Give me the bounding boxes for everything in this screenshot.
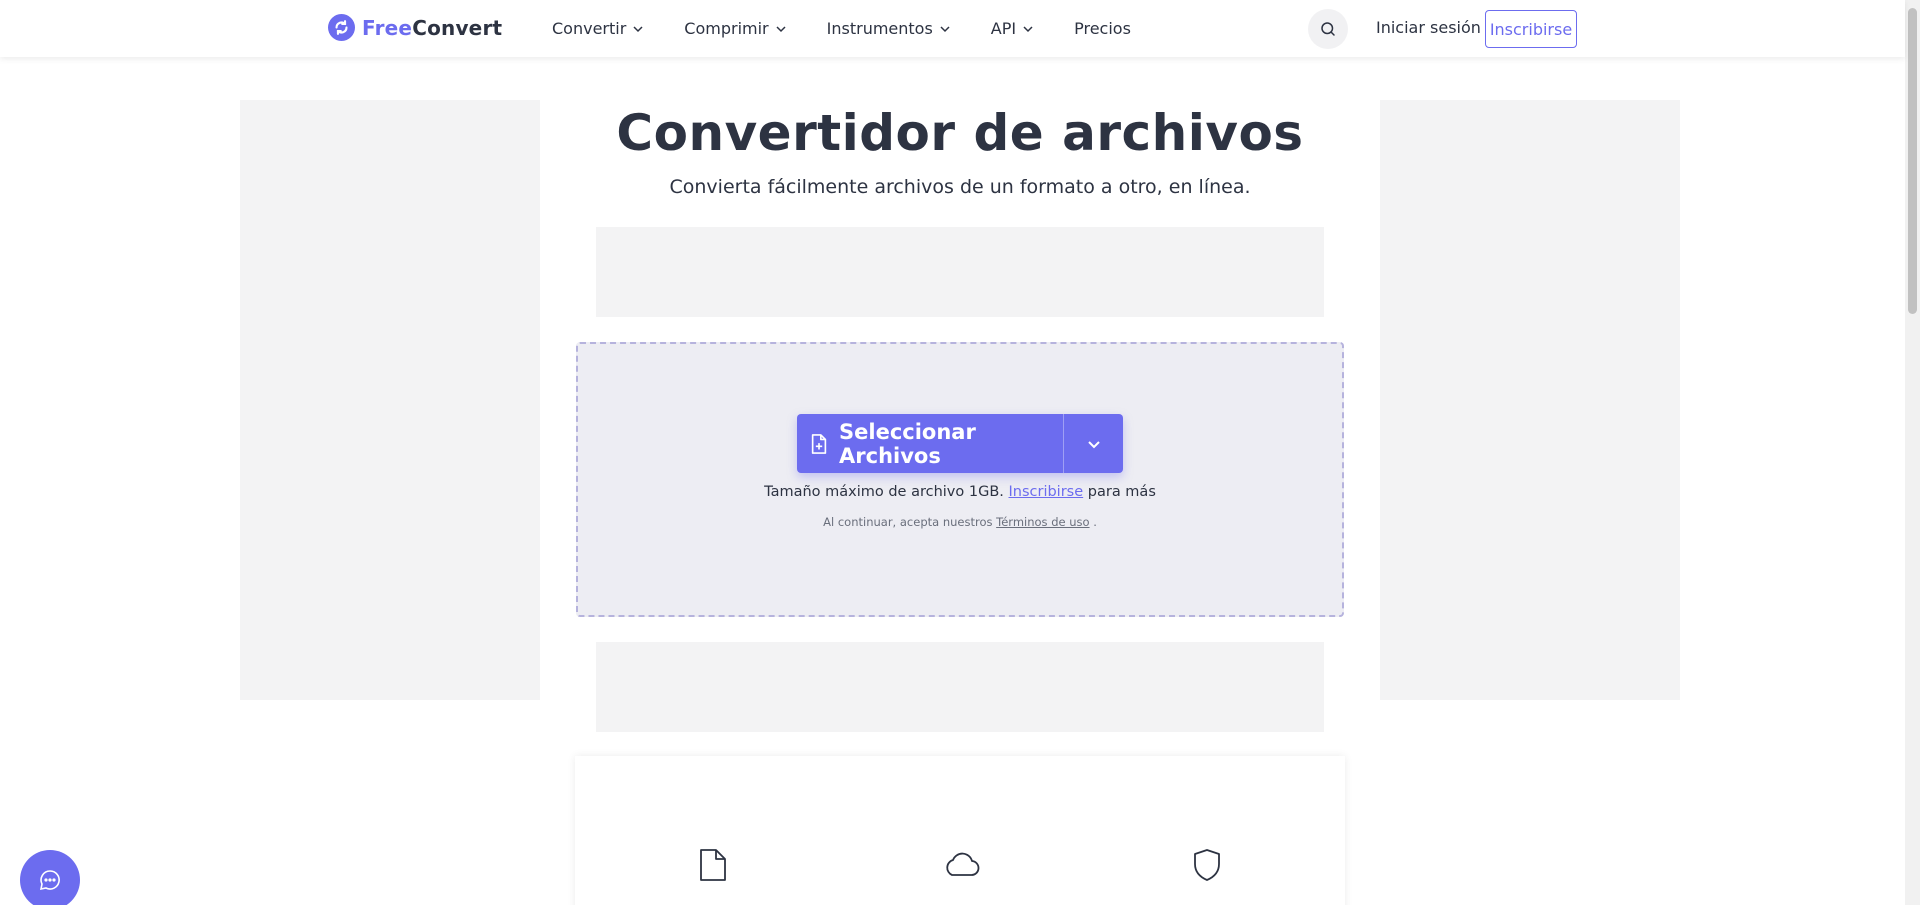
file-icon <box>700 849 726 881</box>
nav-item-convertir[interactable]: Convertir <box>552 19 644 38</box>
chevron-down-icon <box>1023 25 1033 32</box>
chat-icon <box>39 870 60 891</box>
upload-dropzone[interactable] <box>576 342 1344 617</box>
logo-convert-text: Convert <box>412 15 503 40</box>
terms-text: Al continuar, acepta nuestros <box>823 515 993 529</box>
select-files-label: Seleccionar Archivos <box>839 419 976 468</box>
logo[interactable]: FreeConvert <box>328 14 502 41</box>
chat-button[interactable] <box>20 850 80 905</box>
logo-text: FreeConvert <box>362 16 502 40</box>
nav-item-label: API <box>990 19 1017 38</box>
chevron-down-icon <box>776 25 786 32</box>
chevron-down-icon <box>940 25 950 32</box>
chevron-down-icon <box>1087 440 1100 448</box>
ad-placeholder-left <box>240 100 540 700</box>
terms-suffix: . <box>1093 515 1097 529</box>
signup-button[interactable]: Inscribirse <box>1485 10 1577 48</box>
scrollbar-thumb[interactable] <box>1908 8 1917 314</box>
nav-item-label: Precios <box>1074 19 1131 38</box>
search-icon <box>1321 22 1335 36</box>
signup-link[interactable]: Inscribirse <box>1009 484 1084 500</box>
select-files-button-group: Seleccionar Archivos <box>797 414 1123 473</box>
nav-item-instrumentos[interactable]: Instrumentos <box>827 19 951 38</box>
nav-item-api[interactable]: API <box>991 19 1034 38</box>
chevron-down-icon <box>633 25 643 32</box>
nav-item-label: Instrumentos <box>826 19 933 38</box>
page-title: Convertidor de archivos <box>616 104 1304 162</box>
cloud-icon <box>946 852 980 876</box>
main-nav: Convertir Comprimir Instrumentos API Pre… <box>552 0 1171 57</box>
shield-icon <box>1194 849 1220 881</box>
search-button[interactable] <box>1308 9 1348 49</box>
max-file-size-note: Tamaño máximo de archivo 1GB. Inscribirs… <box>576 484 1344 500</box>
select-files-button[interactable]: Seleccionar Archivos <box>797 414 1063 473</box>
file-plus-icon <box>811 433 827 454</box>
logo-icon <box>328 14 355 41</box>
nav-item-comprimir[interactable]: Comprimir <box>684 19 786 38</box>
ad-placeholder-right <box>1380 100 1680 700</box>
nav-item-label: Comprimir <box>684 19 769 38</box>
logo-free-text: Free <box>362 15 413 40</box>
login-link[interactable]: Iniciar sesión <box>1376 18 1481 37</box>
upload-source-dropdown[interactable] <box>1064 414 1123 473</box>
max-size-suffix: para más <box>1087 484 1156 500</box>
features-card <box>575 756 1345 905</box>
ad-placeholder-bottom <box>596 642 1324 732</box>
ad-placeholder-top <box>596 227 1324 317</box>
nav-item-precios[interactable]: Precios <box>1074 19 1131 38</box>
nav-item-label: Convertir <box>552 19 627 38</box>
terms-note: Al continuar, acepta nuestros Términos d… <box>576 515 1344 529</box>
page-subtitle: Convierta fácilmente archivos de un form… <box>669 176 1251 198</box>
page-scrollbar[interactable] <box>1905 0 1920 905</box>
max-size-text: Tamaño máximo de archivo 1GB. <box>764 484 1004 500</box>
terms-link[interactable]: Términos de uso <box>996 515 1089 529</box>
site-header: FreeConvert Convertir Comprimir Instrume… <box>0 0 1905 57</box>
